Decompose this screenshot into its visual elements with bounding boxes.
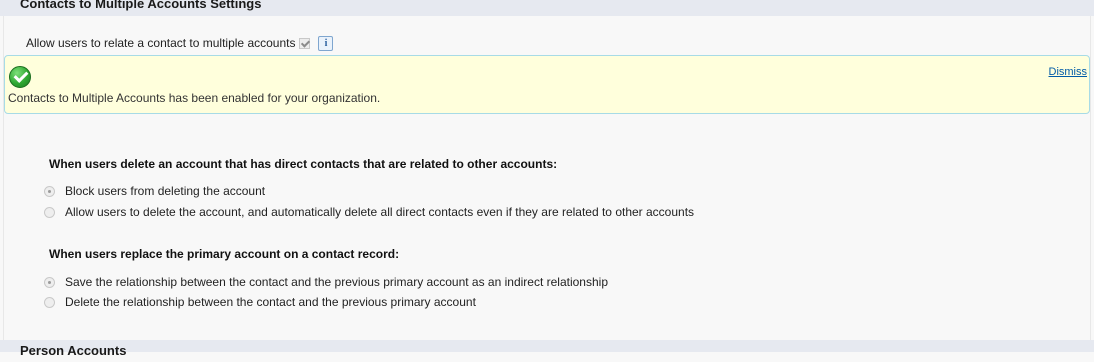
section-title: Contacts to Multiple Accounts Settings [20, 0, 262, 11]
info-icon[interactable]: i [318, 35, 334, 51]
success-banner: Contacts to Multiple Accounts has been e… [4, 55, 1090, 114]
radio-label: Delete the relationship between the cont… [65, 295, 476, 309]
section-header-person-accounts: Person Accounts [0, 340, 1094, 358]
radio-button[interactable] [44, 206, 55, 218]
replace-primary-question: When users replace the primary account o… [49, 247, 400, 261]
radio-label: Allow users to delete the account, and a… [65, 205, 695, 219]
radio-button[interactable] [44, 185, 55, 197]
radio-option-block-delete[interactable]: Block users from deleting the account [44, 184, 265, 198]
radio-option-save-indirect[interactable]: Save the relationship between the contac… [44, 275, 608, 289]
section-header-contacts-multiple-accounts: Contacts to Multiple Accounts Settings [0, 0, 1094, 16]
banner-message: Contacts to Multiple Accounts has been e… [8, 91, 381, 105]
allow-multiple-accounts-checkbox[interactable] [299, 37, 311, 49]
radio-button[interactable] [44, 276, 55, 288]
allow-multiple-accounts-row: Allow users to relate a contact to multi… [26, 35, 334, 51]
radio-button[interactable] [44, 296, 55, 308]
radio-label: Save the relationship between the contac… [65, 275, 608, 289]
allow-multiple-accounts-label: Allow users to relate a contact to multi… [26, 36, 296, 50]
dismiss-link[interactable]: Dismiss [1049, 66, 1088, 78]
radio-label: Block users from deleting the account [65, 184, 266, 198]
delete-account-question: When users delete an account that has di… [49, 157, 558, 171]
radio-option-allow-delete[interactable]: Allow users to delete the account, and a… [44, 205, 694, 219]
success-check-icon [9, 66, 31, 88]
section-title: Person Accounts [20, 343, 127, 358]
radio-option-delete-relationship[interactable]: Delete the relationship between the cont… [44, 295, 476, 309]
